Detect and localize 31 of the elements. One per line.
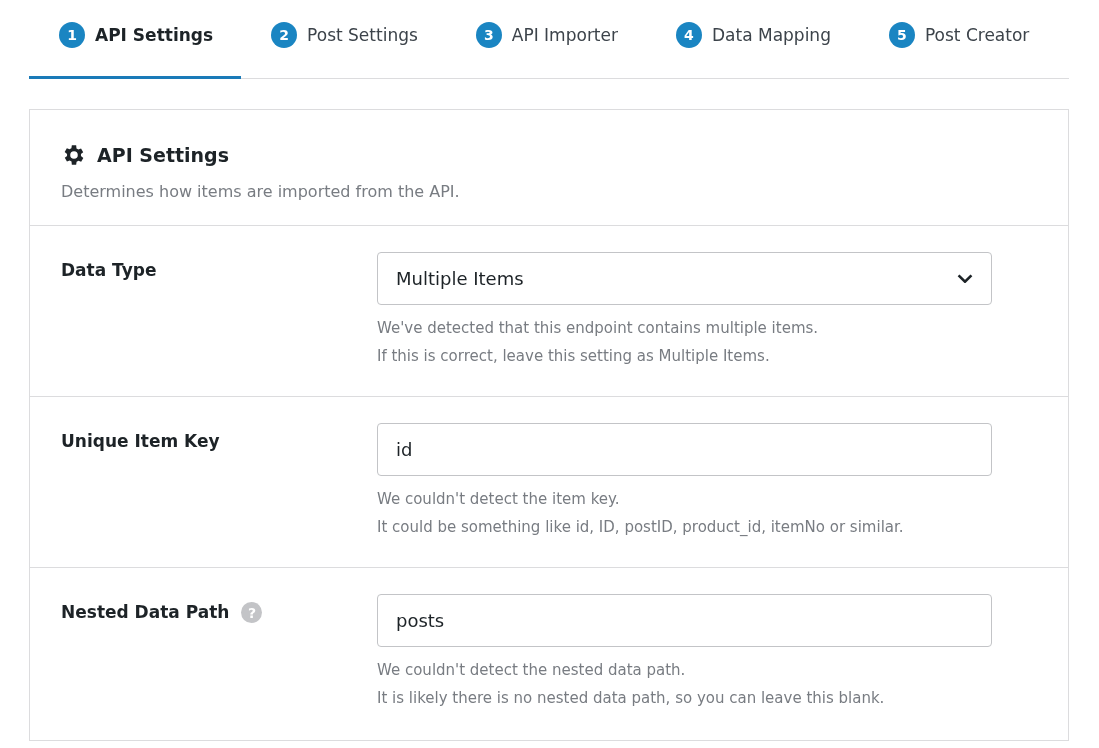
step-tab-label: API Importer	[511, 25, 618, 45]
step-tab-label: Post Settings	[307, 25, 418, 45]
step-tab-label: Data Mapping	[712, 25, 831, 45]
field-label: Data Type	[61, 260, 157, 280]
step-tab[interactable]: 1 API Settings	[29, 0, 242, 79]
field-hint: We couldn't detect the nested data path.	[377, 660, 687, 681]
field-hint: We've detected that this endpoint contains multiple items.	[377, 318, 820, 339]
step-number-badge: 3	[475, 22, 502, 48]
input-field[interactable]: posts	[377, 594, 992, 647]
step-tab[interactable]: 4 Data Mapping	[646, 0, 859, 79]
field-hint: We couldn't detect the item key.	[377, 489, 621, 510]
select-value: Multiple Items	[396, 268, 524, 289]
step-tab[interactable]: 3 API Importer	[445, 0, 646, 79]
step-number-badge: 4	[676, 22, 702, 48]
field-hint: It is likely there is no nested data path, so you can leave this blank.	[377, 688, 886, 709]
step-tab[interactable]: 5 Post Creator	[858, 0, 1058, 79]
step-number-badge: 2	[271, 22, 298, 48]
step-tab-label: Post Creator	[924, 25, 1030, 45]
field-hint: It could be something like id, ID, postID, product_id, itemNo or similar.	[377, 517, 905, 538]
input-field[interactable]: id	[377, 423, 992, 476]
step-number-badge: 5	[888, 22, 915, 48]
field-hint: If this is correct, leave this setting as Multiple Items.	[377, 346, 771, 367]
panel-description: Determines how items are imported from the API.	[61, 182, 461, 201]
select-field[interactable]: Multiple Items	[377, 252, 992, 305]
step-tab[interactable]: 2 Post Settings	[241, 0, 446, 79]
step-number-badge: 1	[59, 22, 85, 48]
panel-title: API Settings	[97, 144, 229, 166]
step-tab-label: API Settings	[95, 25, 214, 45]
chevron-down-icon	[957, 274, 973, 283]
field-label: Unique Item Key	[61, 431, 220, 451]
field-label: Nested Data Path	[61, 602, 230, 622]
